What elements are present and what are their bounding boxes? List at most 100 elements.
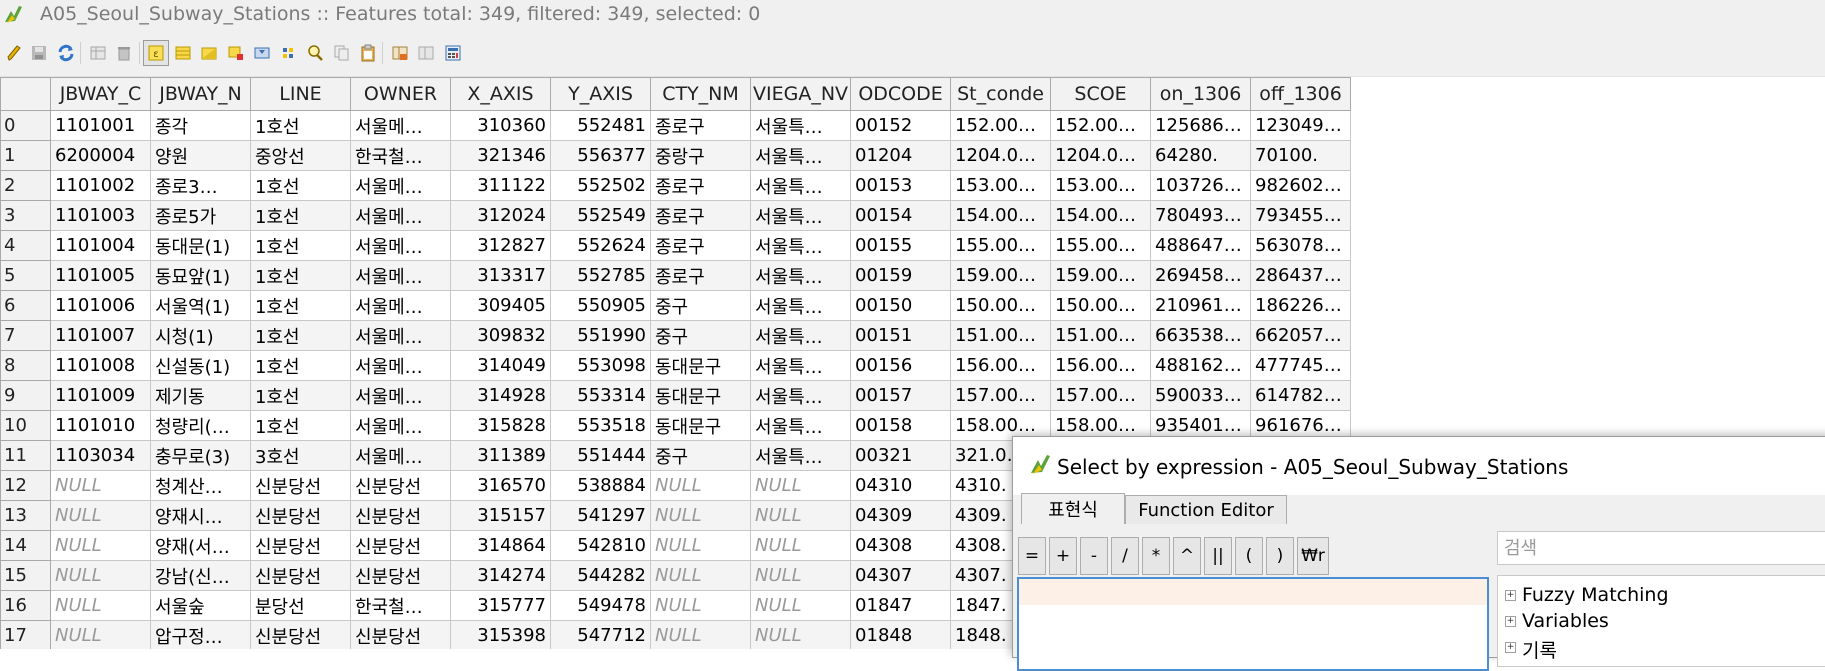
table-cell[interactable]: 550905 (550, 290, 651, 321)
column-header-off-1306[interactable]: off_1306 (1250, 77, 1352, 111)
select-all-icon[interactable] (172, 42, 194, 64)
table-cell[interactable]: 서울특… (749, 230, 852, 261)
table-cell[interactable]: 00159 (850, 260, 952, 291)
table-cell[interactable]: NULL (50, 500, 151, 531)
table-cell[interactable]: 01847 (850, 590, 952, 621)
table-cell[interactable]: NULL (749, 560, 852, 591)
table-row[interactable]: 0 1101001 종각 1호선 서울메… 310360 552481 종로구 서울특… 0015… (0, 110, 1352, 141)
row-number[interactable]: 14 (0, 530, 51, 561)
column-header-on-1306[interactable]: on_1306 (1150, 77, 1252, 111)
table-cell[interactable]: 614782… (1250, 380, 1352, 411)
table-cell[interactable]: 153.00… (1050, 170, 1152, 201)
row-number[interactable]: 12 (0, 470, 51, 501)
table-cell[interactable]: 321346 (450, 140, 551, 171)
table-cell[interactable]: NULL (749, 500, 852, 531)
table-cell[interactable]: 서울역(1) (150, 290, 251, 321)
table-cell[interactable]: 신분당선 (350, 530, 451, 561)
table-cell[interactable]: 159.00… (1050, 260, 1152, 291)
table-cell[interactable]: NULL (650, 590, 751, 621)
table-cell[interactable]: 압구정… (150, 620, 251, 649)
table-cell[interactable]: 신분당선 (350, 560, 451, 591)
table-cell[interactable]: 신분당선 (250, 620, 351, 649)
table-cell[interactable]: 동묘앞(1) (150, 260, 251, 291)
expand-plus-icon[interactable]: + (1505, 616, 1516, 627)
row-number[interactable]: 5 (0, 260, 51, 291)
table-cell[interactable]: 01204 (850, 140, 952, 171)
table-cell[interactable]: 중구 (650, 320, 751, 351)
delete-field-icon[interactable] (415, 42, 437, 64)
expand-plus-icon[interactable]: + (1505, 590, 1516, 601)
table-cell[interactable]: 동대문구 (650, 350, 751, 381)
table-cell[interactable]: 1호선 (250, 200, 351, 231)
table-cell[interactable]: 780493… (1150, 200, 1252, 231)
table-cell[interactable]: 156.00… (1050, 350, 1152, 381)
column-header-owner[interactable]: OWNER (350, 77, 451, 111)
table-cell[interactable]: 00154 (850, 200, 952, 231)
row-number[interactable]: 3 (0, 200, 51, 231)
table-cell[interactable]: 123049… (1250, 110, 1352, 141)
table-cell[interactable]: 157.00… (1050, 380, 1152, 411)
table-cell[interactable]: 동대문(1) (150, 230, 251, 261)
table-cell[interactable]: 551444 (550, 440, 651, 471)
column-header-line[interactable]: LINE (250, 77, 351, 111)
table-cell[interactable]: 314049 (450, 350, 551, 381)
table-cell[interactable]: 309832 (450, 320, 551, 351)
paste-icon[interactable] (357, 42, 379, 64)
table-row[interactable]: 1 6200004 양원 중앙선 한국철… 321346 556377 중랑구 서울특… 0120… (0, 140, 1352, 171)
table-cell[interactable]: 1호선 (250, 230, 351, 261)
table-cell[interactable]: 154.00… (1050, 200, 1152, 231)
table-cell[interactable]: 552785 (550, 260, 651, 291)
table-cell[interactable]: 488162… (1150, 350, 1252, 381)
table-cell[interactable]: 신분당선 (350, 470, 451, 501)
table-cell[interactable]: 186226… (1250, 290, 1352, 321)
table-cell[interactable]: 서울특… (749, 380, 852, 411)
power-operator-button[interactable]: ^ (1173, 537, 1201, 575)
table-cell[interactable]: 1103034 (50, 440, 151, 471)
table-cell[interactable]: 155.00… (950, 230, 1052, 261)
divide-operator-button[interactable]: / (1111, 537, 1139, 575)
table-cell[interactable]: NULL (749, 590, 852, 621)
table-cell[interactable]: 서울메… (350, 110, 451, 141)
table-cell[interactable]: 서울메… (350, 260, 451, 291)
table-cell[interactable]: 00158 (850, 410, 952, 441)
table-cell[interactable]: 544282 (550, 560, 651, 591)
table-cell[interactable]: 서울특… (749, 320, 852, 351)
table-cell[interactable]: 서울특… (749, 200, 852, 231)
column-header-odcode[interactable]: ODCODE (850, 77, 952, 111)
table-cell[interactable]: 서울메… (350, 230, 451, 261)
table-cell[interactable]: 312827 (450, 230, 551, 261)
table-cell[interactable]: 563078… (1250, 230, 1352, 261)
table-cell[interactable]: 서울숲 (150, 590, 251, 621)
table-cell[interactable]: 서울특… (749, 260, 852, 291)
table-cell[interactable]: 1101005 (50, 260, 151, 291)
table-cell[interactable]: NULL (650, 620, 751, 649)
table-cell[interactable]: 315157 (450, 500, 551, 531)
table-cell[interactable]: 311389 (450, 440, 551, 471)
table-cell[interactable]: 서울특… (749, 350, 852, 381)
table-cell[interactable]: 477745… (1250, 350, 1352, 381)
row-number[interactable]: 7 (0, 320, 51, 351)
column-header-jbway-c[interactable]: JBWAY_C (50, 77, 151, 111)
table-cell[interactable]: 269458… (1150, 260, 1252, 291)
select-by-expression-icon[interactable]: ε (143, 40, 169, 66)
new-field-icon[interactable] (389, 42, 411, 64)
table-cell[interactable]: 00152 (850, 110, 952, 141)
deselect-all-icon[interactable] (225, 42, 247, 64)
column-header-mega-nm[interactable]: VIEGA_NV (749, 77, 852, 111)
table-row[interactable]: 6 1101006 서울역(1) 1호선 서울메… 309405 550905 중구 서울특… 0… (0, 290, 1352, 321)
equals-operator-button[interactable]: = (1018, 537, 1046, 575)
open-paren-button[interactable]: ( (1235, 537, 1263, 575)
table-cell[interactable]: 314274 (450, 560, 551, 591)
table-cell[interactable]: 1101010 (50, 410, 151, 441)
table-cell[interactable]: 556377 (550, 140, 651, 171)
table-cell[interactable]: 종로구 (650, 110, 751, 141)
table-cell[interactable]: 청량리(… (150, 410, 251, 441)
table-cell[interactable]: 중앙선 (250, 140, 351, 171)
table-cell[interactable]: 제기동 (150, 380, 251, 411)
table-cell[interactable]: NULL (50, 590, 151, 621)
table-cell[interactable]: 1204.0… (950, 140, 1052, 171)
table-cell[interactable]: 서울메… (350, 200, 451, 231)
table-cell[interactable]: 04309 (850, 500, 952, 531)
invert-selection-icon[interactable] (198, 42, 220, 64)
table-cell[interactable]: 1호선 (250, 290, 351, 321)
